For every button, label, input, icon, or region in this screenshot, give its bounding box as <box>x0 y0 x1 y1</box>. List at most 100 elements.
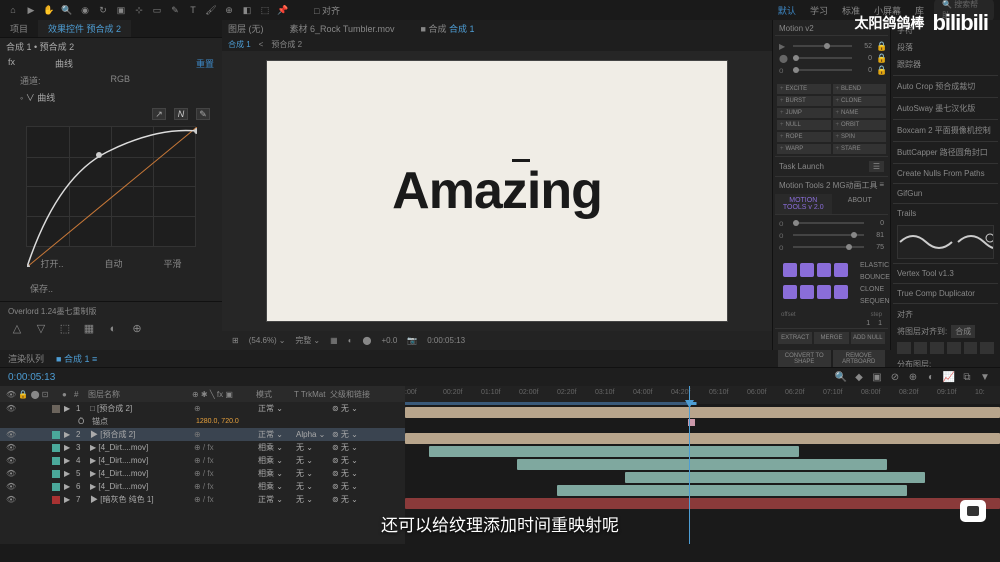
tl-shy-icon[interactable]: ⊘ <box>888 370 902 384</box>
timecode-display[interactable]: 0:00:05:13 <box>427 336 465 345</box>
color-swatch-6[interactable] <box>817 285 831 299</box>
effect-name[interactable]: 曲线 <box>55 57 73 70</box>
shape-tool-icon[interactable]: ▭ <box>150 3 164 17</box>
tab-project[interactable]: 项目 <box>0 20 38 37</box>
overlord-tool-4-icon[interactable]: ▦ <box>80 321 98 337</box>
pen-tool-icon[interactable]: ✎ <box>168 3 182 17</box>
channel-dropdown[interactable]: RGB <box>111 74 131 87</box>
tl-graph-icon[interactable]: 📈 <box>942 370 956 384</box>
reset-button[interactable]: 重置 <box>196 57 214 70</box>
mt-tab-about[interactable]: ABOUT <box>832 194 889 214</box>
curve-tool-bezier-icon[interactable]: ↗ <box>152 108 166 120</box>
tab-effect-controls[interactable]: 效果控件 预合成 2 <box>38 20 131 37</box>
tl-marker-icon[interactable]: ▼ <box>978 370 992 384</box>
puppet-tool-icon[interactable]: 📌 <box>276 3 290 17</box>
layer-row-3[interactable]: 👁 ▶3 ▶ [4_Dirt....mov] ⊕ / fx 相乘 ⌄ 无 ⌄ ⊚… <box>0 441 405 454</box>
script-item-3[interactable]: Auto Crop 预合成裁切 <box>893 75 998 95</box>
tab-footage[interactable]: 素材 6_Rock Tumbler.mov <box>290 22 395 35</box>
extract-button[interactable]: EXTRACT <box>778 332 812 344</box>
script-item-5[interactable]: Boxcam 2 平面摄像机控制 <box>893 119 998 139</box>
bilibili-play-icon[interactable] <box>960 500 986 522</box>
tab-layer[interactable]: 图层 (无) <box>228 22 264 35</box>
truecomp-item[interactable]: True Comp Duplicator <box>893 283 998 301</box>
motion-slider-2[interactable]: o0🔒 <box>779 64 884 76</box>
script-item-2[interactable]: 跟踪器 <box>893 56 998 73</box>
merge-button[interactable]: MERGE <box>814 332 848 344</box>
motion-btn-blend[interactable]: BLEND <box>833 84 887 94</box>
camera-icon[interactable]: 📷 <box>407 336 417 345</box>
tl-fx-icon[interactable]: ⊕ <box>906 370 920 384</box>
color-swatch-5[interactable] <box>800 285 814 299</box>
exposure-value[interactable]: +0.0 <box>381 336 397 345</box>
tl-snap-icon[interactable]: ⧉ <box>960 370 974 384</box>
tl-search-icon[interactable]: 🔍 <box>834 370 848 384</box>
motion-btn-spin[interactable]: SPIN <box>833 132 887 142</box>
tab-timeline-comp[interactable]: ■ 合成 1 ≡ <box>56 352 97 365</box>
vertex-tool-item[interactable]: Vertex Tool v1.3 <box>893 263 998 281</box>
motion-slider-1[interactable]: ⬤0🔒 <box>779 52 884 64</box>
tl-tag-icon[interactable]: ◆ <box>852 370 866 384</box>
tab-render-queue[interactable]: 渲染队列 <box>8 352 44 365</box>
motion-btn-clone[interactable]: CLONE <box>833 96 887 106</box>
layer-row-7[interactable]: 👁 ▶7 ▶ [暗灰色 纯色 1] ⊕ / fx 正常 ⌄ 无 ⌄ ⊚ 无 ⌄ <box>0 493 405 506</box>
addnull-button[interactable]: ADD NULL <box>851 332 885 344</box>
resolution-dropdown[interactable]: 完整 ⌄ <box>295 335 320 346</box>
motion-btn-name[interactable]: NAME <box>833 108 887 118</box>
tl-full-icon[interactable]: ▣ <box>870 370 884 384</box>
script-item-1[interactable]: 段落 <box>893 39 998 56</box>
layer-bar-4[interactable] <box>517 459 887 470</box>
layer-bar-7[interactable] <box>405 498 1000 509</box>
task-launch-btn[interactable]: ☰ <box>869 161 884 172</box>
mt-slider-0[interactable]: o0 <box>779 217 884 229</box>
color-swatch-7[interactable] <box>834 285 848 299</box>
mt-slider-2[interactable]: o75 <box>779 241 884 253</box>
script-item-9[interactable]: Trails <box>893 203 998 221</box>
layer-bar-6[interactable] <box>557 485 907 496</box>
color-icon[interactable]: ⬤ <box>363 336 372 345</box>
zoom-tool-icon[interactable]: 🔍 <box>60 3 74 17</box>
motion-btn-orbit[interactable]: ORBIT <box>833 120 887 130</box>
overlord-tool-6-icon[interactable]: ⊕ <box>128 321 146 337</box>
workspace-默认[interactable]: 默认 <box>778 4 796 17</box>
anchor-tool-icon[interactable]: ⊹ <box>132 3 146 17</box>
stamp-tool-icon[interactable]: ⊕ <box>222 3 236 17</box>
script-item-4[interactable]: AutoSway 墨七汉化版 <box>893 97 998 117</box>
layer-bar-2[interactable] <box>405 433 1000 444</box>
tab-composition[interactable]: ■ 合成 合成 1 <box>421 22 475 35</box>
hand-tool-icon[interactable]: ✋ <box>42 3 56 17</box>
script-item-8[interactable]: GifGun <box>893 183 998 201</box>
eraser-tool-icon[interactable]: ◧ <box>240 3 254 17</box>
motion-btn-jump[interactable]: JUMP <box>777 108 831 118</box>
layer-row-6[interactable]: 👁 ▶6 ▶ [4_Dirt....mov] ⊕ / fx 相乘 ⌄ 无 ⌄ ⊚… <box>0 480 405 493</box>
overlord-tool-3-icon[interactable]: ⬚ <box>56 321 74 337</box>
overlord-tool-2-icon[interactable]: ▽ <box>32 321 50 337</box>
mt-tab-tools[interactable]: MOTION TOOLS v 2.0 <box>775 194 832 214</box>
motion-btn-warp[interactable]: WARP <box>777 144 831 154</box>
curve-tool-pencil-icon[interactable]: ✎ <box>196 108 210 120</box>
current-time[interactable]: 0:00:05:13 <box>0 370 63 385</box>
mt-slider-1[interactable]: o81 <box>779 229 884 241</box>
layer-row-4[interactable]: 👁 ▶4 ▶ [4_Dirt....mov] ⊕ / fx 相乘 ⌄ 无 ⌄ ⊚… <box>0 454 405 467</box>
anchor-prop-row[interactable]: Ö锚点1280.0, 720.0 <box>0 415 405 428</box>
home-icon[interactable]: ⌂ <box>6 3 20 17</box>
layer-row-5[interactable]: 👁 ▶5 ▶ [4_Dirt....mov] ⊕ / fx 相乘 ⌄ 无 ⌄ ⊚… <box>0 467 405 480</box>
curve-tool-linear-icon[interactable]: N <box>174 108 188 120</box>
tl-blur-icon[interactable]: ◐ <box>924 370 938 384</box>
camera-tool-icon[interactable]: ▣ <box>114 3 128 17</box>
motion-btn-excite[interactable]: EXCITE <box>777 84 831 94</box>
layer-row-2[interactable]: 👁 ▶2 ▶ [预合成 2] ⊕ 正常 ⌄ Alpha ⌄ ⊚ 无 ⌄ <box>0 428 405 441</box>
roto-tool-icon[interactable]: ⬚ <box>258 3 272 17</box>
brush-tool-icon[interactable]: 🖌 <box>204 3 218 17</box>
rotate-tool-icon[interactable]: ↻ <box>96 3 110 17</box>
overlord-tool-5-icon[interactable]: ◐ <box>104 321 122 337</box>
motion-btn-burst[interactable]: BURST <box>777 96 831 106</box>
overlord-tool-1-icon[interactable]: △ <box>8 321 26 337</box>
text-tool-icon[interactable]: T <box>186 3 200 17</box>
comp-crumb-2[interactable]: 预合成 2 <box>271 39 302 50</box>
selection-tool-icon[interactable]: ▶ <box>24 3 38 17</box>
layer-bar-3[interactable] <box>429 446 799 457</box>
curve-save-button[interactable]: 保存.. <box>30 282 53 295</box>
color-swatch-1[interactable] <box>800 263 814 277</box>
script-item-7[interactable]: Create Nulls From Paths <box>893 163 998 181</box>
layer-bar-0[interactable] <box>405 407 1000 418</box>
